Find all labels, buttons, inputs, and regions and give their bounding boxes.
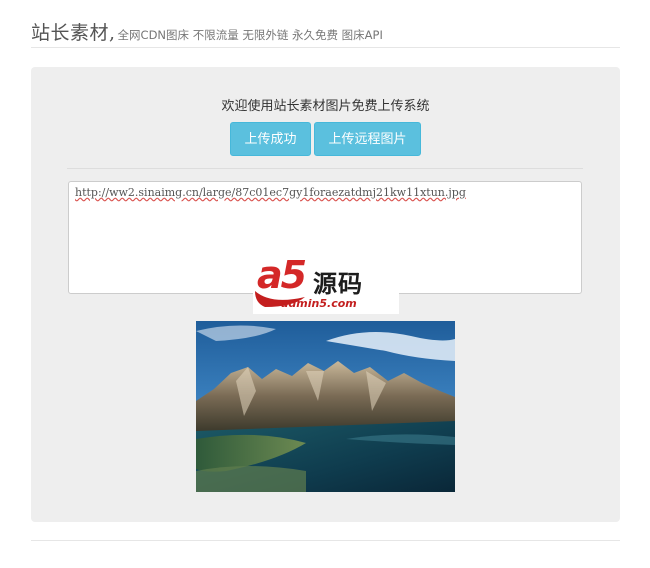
welcome-text: 欢迎使用站长素材图片免费上传系统 (221, 99, 430, 114)
divider (67, 168, 583, 169)
uploaded-landscape-image (196, 321, 455, 492)
footer-divider (31, 540, 620, 541)
upload-remote-button[interactable]: 上传远程图片 (314, 122, 421, 156)
page-header: 站长素材, 全网CDN图床 不限流量 无限外链 永久免费 图床API (31, 18, 620, 48)
upload-panel: 欢迎使用站长素材图片免费上传系统 上传成功 上传远程图片 http://ww2.… (31, 67, 620, 522)
watermark-domain-text: admin5.com (281, 297, 357, 310)
brand-title: 站长素材, (31, 22, 116, 44)
upload-success-button[interactable]: 上传成功 (230, 122, 311, 156)
watermark-a5-text: a5 (257, 253, 307, 297)
watermark-cn-text: 源码 (313, 270, 363, 298)
a5-watermark-logo: a5 源码 admin5.com (253, 253, 399, 315)
url-value: http://ww2.sinaimg.cn/large/87c01ec7gy1f… (75, 186, 466, 199)
brand-tagline: 全网CDN图床 不限流量 无限外链 永久免费 图床API (117, 28, 383, 42)
